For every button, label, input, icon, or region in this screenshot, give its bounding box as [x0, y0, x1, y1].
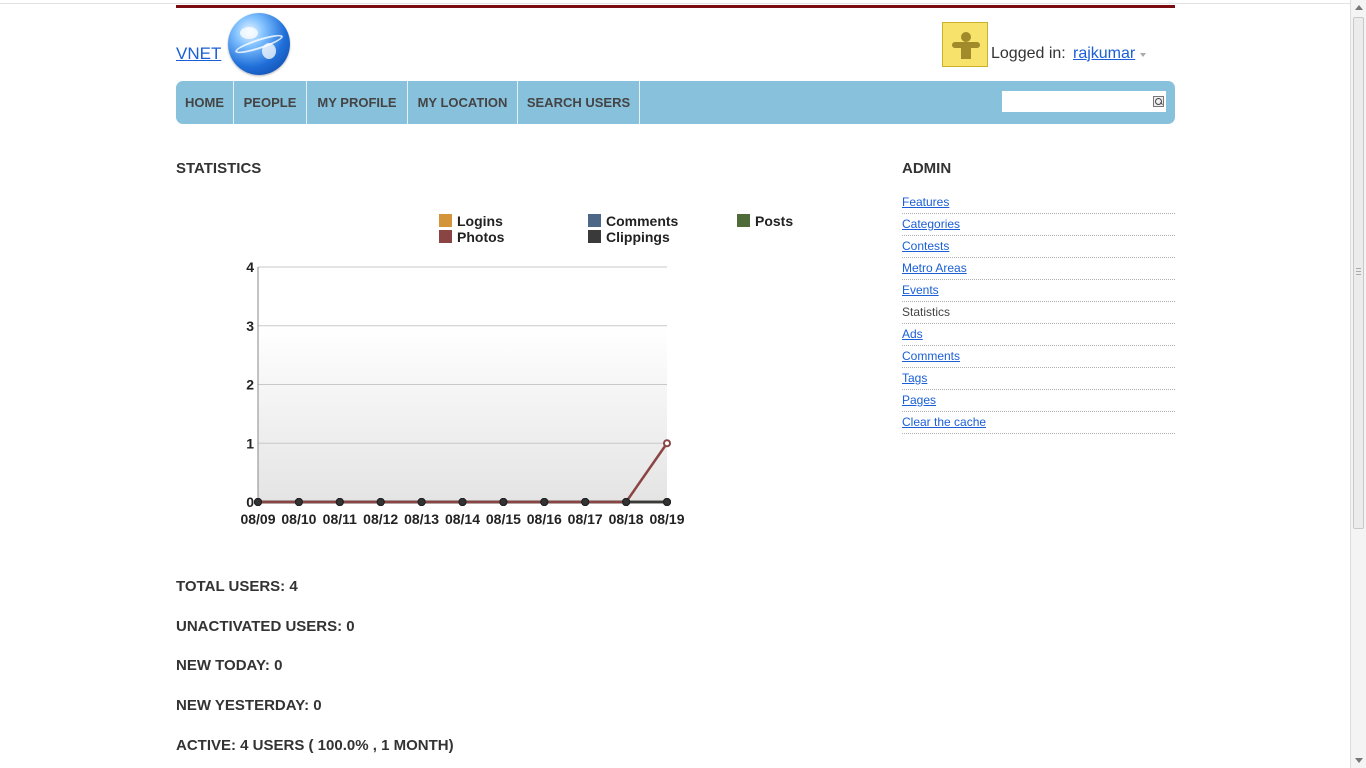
admin-menu-label: Statistics [902, 305, 951, 319]
data-point-photos [458, 498, 467, 506]
x-tick-label: 08/15 [486, 511, 521, 527]
y-tick-label: 2 [246, 377, 254, 393]
x-tick-label: 08/17 [568, 511, 603, 527]
nav-item-search-users[interactable]: SEARCH USERS [518, 81, 640, 124]
x-tick-label: 08/16 [527, 511, 562, 527]
data-point-photos [335, 498, 344, 506]
admin-menu-item[interactable]: Comments [902, 347, 1175, 368]
admin-menu-label[interactable]: Pages [902, 393, 936, 407]
admin-menu-label[interactable]: Contests [902, 239, 949, 253]
x-tick-label: 08/11 [323, 511, 357, 527]
legend-label-posts: Posts [755, 213, 793, 229]
legend-label-logins: Logins [457, 213, 503, 229]
admin-menu-item[interactable]: Ads [902, 325, 1175, 346]
x-tick-label: 08/10 [281, 511, 316, 527]
main-navbar: HOME PEOPLE MY PROFILE MY LOCATION SEARC… [176, 81, 1175, 124]
data-point-photos [622, 498, 631, 506]
admin-heading: ADMIN [902, 160, 952, 177]
scrollbar-thumb[interactable] [1353, 17, 1364, 529]
legend-swatch-comments [588, 214, 601, 227]
admin-menu-item[interactable]: Contests [902, 237, 1175, 258]
admin-menu-item[interactable]: Categories [902, 215, 1175, 236]
admin-menu-label[interactable]: Events [902, 283, 939, 297]
data-point-photos [376, 498, 385, 506]
admin-menu-item[interactable]: Events [902, 281, 1175, 302]
admin-menu-label[interactable]: Categories [902, 217, 960, 231]
statistics-chart: Logins Comments Posts Photos Clippings 0 1 2 3 4 0… [228, 200, 793, 540]
legend-label-comments: Comments [606, 213, 679, 229]
chevron-down-icon[interactable] [1140, 53, 1146, 57]
nav-item-my-location[interactable]: MY LOCATION [408, 81, 518, 124]
admin-menu-item: Statistics [902, 303, 1175, 324]
admin-menu-label[interactable]: Comments [902, 349, 960, 363]
nav-item-home[interactable]: HOME [176, 81, 234, 124]
avatar-head-shape [961, 32, 971, 42]
user-avatar[interactable] [942, 22, 988, 67]
data-point-photos [254, 498, 262, 506]
data-point-clippings [663, 498, 671, 506]
active-users-stat: ACTIVE: 4 USERS ( 100.0% , 1 MONTH) [176, 737, 454, 754]
x-tick-label: 08/12 [363, 511, 398, 527]
avatar-body-shape [961, 46, 971, 59]
admin-menu-item[interactable]: Clear the cache [902, 413, 1175, 434]
vertical-scrollbar[interactable] [1350, 0, 1366, 768]
site-title-link[interactable]: VNET [176, 44, 221, 64]
y-tick-label: 0 [246, 494, 254, 510]
globe-logo-icon[interactable] [228, 13, 290, 75]
admin-menu-item[interactable]: Pages [902, 391, 1175, 412]
username-link[interactable]: rajkumar [1073, 45, 1135, 63]
browser-top-border [0, 3, 1350, 4]
nav-item-people[interactable]: PEOPLE [234, 81, 307, 124]
x-tick-label: 08/13 [404, 511, 439, 527]
scroll-up-icon[interactable] [1355, 5, 1363, 10]
y-tick-label: 1 [246, 435, 254, 451]
x-tick-label: 08/09 [240, 511, 275, 527]
admin-menu-label[interactable]: Features [902, 195, 949, 209]
admin-menu-label[interactable]: Metro Areas [902, 261, 967, 275]
admin-menu-label[interactable]: Tags [902, 371, 927, 385]
admin-menu-item[interactable]: Metro Areas [902, 259, 1175, 280]
search-icon[interactable] [1153, 96, 1164, 107]
admin-menu-item[interactable]: Features [902, 193, 1175, 214]
legend-swatch-clippings [588, 230, 601, 243]
x-tick-label: 08/19 [649, 511, 684, 527]
search-input[interactable] [1002, 91, 1166, 112]
admin-menu-item[interactable]: Tags [902, 369, 1175, 390]
data-point-photos [499, 498, 508, 506]
unactivated-users-stat: UNACTIVATED USERS: 0 [176, 618, 355, 635]
statistics-chart-svg: Logins Comments Posts Photos Clippings 0 1 2 3 4 0… [240, 213, 793, 527]
logged-in-label: Logged in: [991, 45, 1066, 62]
data-point-photos [540, 498, 549, 506]
scroll-down-icon[interactable] [1355, 758, 1363, 763]
nav-item-my-profile[interactable]: MY PROFILE [307, 81, 408, 124]
data-point-photos [581, 498, 590, 506]
admin-menu-label[interactable]: Ads [902, 327, 923, 341]
chart-plot-background [258, 327, 667, 502]
new-today-stat: NEW TODAY: 0 [176, 657, 283, 674]
legend-swatch-logins [439, 214, 452, 227]
search-handle-shape [1160, 102, 1163, 105]
y-tick-label: 3 [246, 318, 254, 334]
admin-menu: Features Categories Contests Metro Areas Eve… [902, 193, 1175, 435]
legend-swatch-photos [439, 230, 452, 243]
x-tick-label: 08/14 [445, 511, 480, 527]
x-tick-label: 08/18 [609, 511, 644, 527]
legend-label-photos: Photos [457, 229, 505, 245]
data-point-photos [417, 498, 426, 506]
admin-menu-label[interactable]: Clear the cache [902, 415, 986, 429]
total-users-stat: TOTAL USERS: 4 [176, 578, 298, 595]
globe-land-shape [240, 27, 258, 39]
legend-swatch-posts [737, 214, 750, 227]
data-point-photos [663, 439, 671, 448]
brand-bar [176, 5, 1175, 8]
legend-label-clippings: Clippings [606, 229, 670, 245]
statistics-heading: STATISTICS [176, 160, 262, 177]
new-yesterday-stat: NEW YESTERDAY: 0 [176, 697, 322, 714]
y-tick-label: 4 [246, 259, 254, 275]
scroll-grip-icon [1356, 268, 1361, 269]
data-point-photos [294, 498, 303, 506]
